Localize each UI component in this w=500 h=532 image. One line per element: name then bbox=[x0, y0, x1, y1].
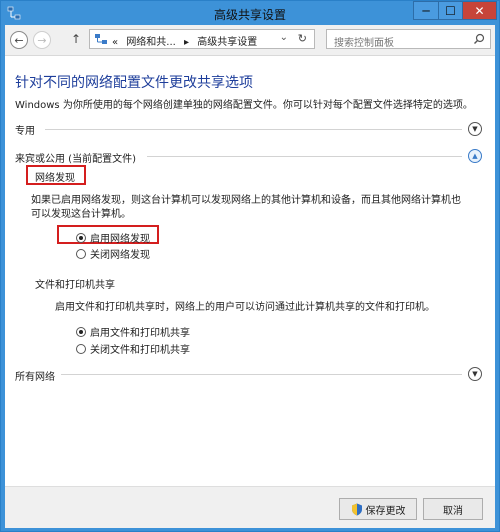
profile-all-networks-label[interactable]: 所有网络 bbox=[15, 368, 55, 383]
radio-label: 启用文件和打印机共享 bbox=[90, 328, 190, 339]
radio-disable-network-discovery[interactable]: 关闭网络发现 bbox=[76, 246, 150, 261]
cancel-button[interactable]: 取消 bbox=[423, 498, 483, 520]
save-changes-label: 保存更改 bbox=[365, 505, 406, 517]
main-content: 针对不同的网络配置文件更改共享选项 Windows 为你所使用的每个网络创建单独… bbox=[5, 56, 495, 486]
breadcrumb-item-advanced-sharing[interactable]: 高级共享设置 bbox=[197, 37, 257, 48]
network-discovery-title: 网络发现 bbox=[35, 173, 75, 184]
radio-enable-file-printer-sharing[interactable]: 启用文件和打印机共享 bbox=[76, 324, 190, 339]
profile-private-label[interactable]: 专用 bbox=[15, 122, 35, 137]
network-discovery-description-line2: 可以发现这台计算机。 bbox=[31, 209, 131, 220]
divider bbox=[45, 129, 462, 130]
page-title: 针对不同的网络配置文件更改共享选项 bbox=[15, 75, 253, 91]
collapse-guest-public-chevron-up-icon[interactable]: ▲ bbox=[468, 149, 482, 163]
expand-all-networks-chevron-down-icon[interactable]: ▼ bbox=[468, 367, 482, 381]
file-printer-sharing-title: 文件和打印机共享 bbox=[35, 280, 115, 291]
radio-enable-network-discovery[interactable]: 启用网络发现 bbox=[76, 230, 150, 245]
advanced-sharing-window: 高级共享设置 ─ ☐ ✕ ← → ↑ « 网络和共... ▸ 高级共享设置 ⌄ … bbox=[0, 0, 500, 532]
radio-label: 启用网络发现 bbox=[90, 234, 150, 245]
save-changes-button[interactable]: 保存更改 bbox=[339, 498, 417, 520]
search-input[interactable]: 搜索控制面板 bbox=[334, 34, 394, 49]
profile-guest-public-label[interactable]: 来宾或公用 (当前配置文件) bbox=[15, 150, 136, 165]
file-printer-sharing-description: 启用文件和打印机共享时，网络上的用户可以访问通过此计算机共享的文件和打印机。 bbox=[55, 302, 435, 313]
search-icon[interactable] bbox=[473, 33, 485, 45]
radio-label: 关闭网络发现 bbox=[90, 250, 150, 261]
radio-unselected-icon[interactable] bbox=[76, 343, 86, 354]
address-bar[interactable]: « 网络和共... ▸ 高级共享设置 ⌄ ↻ bbox=[89, 29, 315, 49]
maximize-button[interactable]: ☐ bbox=[438, 1, 463, 20]
radio-unselected-icon[interactable] bbox=[76, 248, 86, 259]
uac-shield-icon bbox=[351, 503, 362, 515]
divider bbox=[147, 156, 462, 157]
breadcrumb-item-network-sharing[interactable]: 网络和共... bbox=[126, 37, 176, 48]
network-discovery-description-line1: 如果已启用网络发现，则这台计算机可以发现网络上的其他计算机和设备，而且其他网络计… bbox=[31, 195, 461, 206]
footer-bar: 保存更改 取消 bbox=[5, 486, 495, 528]
page-description: Windows 为你所使用的每个网络创建单独的网络配置文件。你可以针对每个配置文… bbox=[15, 100, 473, 111]
radio-label: 关闭文件和打印机共享 bbox=[90, 345, 190, 356]
close-button[interactable]: ✕ bbox=[462, 1, 497, 20]
radio-selected-icon[interactable] bbox=[76, 232, 86, 243]
back-button[interactable]: ← bbox=[10, 31, 28, 49]
divider bbox=[61, 374, 462, 375]
breadcrumb-overflow[interactable]: « bbox=[112, 37, 118, 48]
radio-disable-file-printer-sharing[interactable]: 关闭文件和打印机共享 bbox=[76, 341, 190, 356]
breadcrumb-separator-icon[interactable]: ▸ bbox=[184, 37, 189, 48]
search-box[interactable]: 搜索控制面板 bbox=[326, 29, 491, 49]
chevron-down-icon[interactable]: ⌄ bbox=[280, 32, 288, 43]
radio-selected-icon[interactable] bbox=[76, 326, 86, 337]
navigation-bar: ← → ↑ « 网络和共... ▸ 高级共享设置 ⌄ ↻ 搜索控制面板 bbox=[5, 25, 495, 56]
refresh-icon[interactable]: ↻ bbox=[298, 32, 307, 45]
breadcrumb: « 网络和共... ▸ 高级共享设置 bbox=[112, 33, 257, 48]
network-icon bbox=[95, 34, 107, 44]
title-bar[interactable]: 高级共享设置 ─ ☐ ✕ bbox=[1, 1, 499, 25]
forward-button[interactable]: → bbox=[33, 31, 51, 49]
up-button[interactable]: ↑ bbox=[71, 32, 81, 46]
minimize-button[interactable]: ─ bbox=[413, 1, 439, 20]
expand-private-chevron-down-icon[interactable]: ▼ bbox=[468, 122, 482, 136]
